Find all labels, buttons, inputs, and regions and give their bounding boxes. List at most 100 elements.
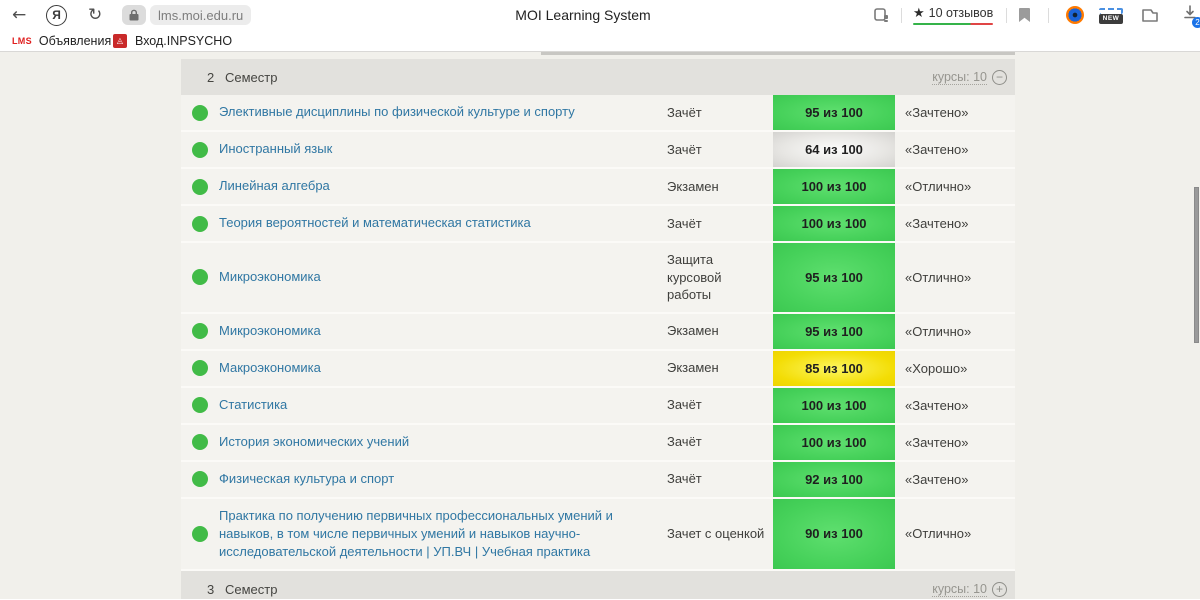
yandex-icon: Я xyxy=(46,4,67,26)
status-dot-icon xyxy=(192,141,208,158)
course-name-link[interactable]: Микроэкономика xyxy=(219,260,667,294)
grade-label: «Отлично» xyxy=(905,526,972,542)
lms-page: 2 Семестр курсы: 10 − Элективные дисципл… xyxy=(0,52,1200,599)
course-status-cell xyxy=(181,243,219,312)
grade-label: «Зачтено» xyxy=(905,471,969,487)
course-rows: Элективные дисциплины по физической куль… xyxy=(181,95,1015,572)
bookmark-page-button[interactable] xyxy=(1019,0,1030,30)
score-badge: 100 из 100 xyxy=(773,387,895,423)
separator xyxy=(1006,0,1007,30)
course-name-link[interactable]: Физическая культура и спорт xyxy=(219,462,667,496)
grade-label: «Отлично» xyxy=(905,269,972,285)
lock-icon xyxy=(122,5,146,25)
course-status-cell xyxy=(181,314,219,349)
course-name-link[interactable]: Статистика xyxy=(219,388,667,422)
assessment-type-label: Защита курсовой работы xyxy=(667,252,722,303)
emblem-favicon: ◬ xyxy=(113,33,127,48)
collapse-section-icon[interactable]: − xyxy=(992,69,1007,85)
collections-icon xyxy=(1142,8,1158,22)
window-title-wrap: MOI Learning System xyxy=(515,0,650,30)
status-dot-icon xyxy=(192,471,208,488)
course-status-cell xyxy=(181,499,219,570)
course-row: Иностранный язык Зачёт 64 из 100 «Зачтен… xyxy=(181,132,1015,169)
site-reviews-button[interactable]: ★ 10 отзывов xyxy=(913,0,994,30)
assessment-type-label: Зачет с оценкой xyxy=(667,526,765,542)
expand-section-icon[interactable]: + xyxy=(992,581,1007,597)
reviews-rating-bar xyxy=(913,22,994,25)
grades-table: 2 Семестр курсы: 10 − Элективные дисципл… xyxy=(181,59,1015,599)
course-name-link[interactable]: Макроэкономика xyxy=(219,351,667,385)
downloads-button[interactable]: 2 xyxy=(1183,0,1200,30)
score-badge: 100 из 100 xyxy=(773,424,895,460)
course-name-link[interactable]: Микроэкономика xyxy=(219,314,667,348)
assessment-type-label: Зачёт xyxy=(667,104,702,120)
course-status-cell xyxy=(181,95,219,130)
assessment-type-label: Зачёт xyxy=(667,471,702,487)
course-status-cell xyxy=(181,388,219,423)
course-row: Теория вероятностей и математическая ста… xyxy=(181,206,1015,243)
refresh-button[interactable]: ↻ xyxy=(88,0,102,30)
semester-3-header: 3 Семестр курсы: 10 + xyxy=(181,571,1015,599)
protect-button[interactable] xyxy=(874,0,891,30)
course-status-cell xyxy=(181,462,219,497)
course-name-link[interactable]: Линейная алгебра xyxy=(219,169,667,203)
status-dot-icon xyxy=(192,434,208,451)
address-bar[interactable]: lms.moi.edu.ru xyxy=(150,0,252,30)
separator xyxy=(1048,0,1049,30)
assessment-type-label: Экзамен xyxy=(667,360,719,376)
score-badge: 95 из 100 xyxy=(773,313,895,349)
url-text: lms.moi.edu.ru xyxy=(150,5,252,25)
course-name-link[interactable]: История экономических учений xyxy=(219,425,667,459)
grade-label: «Отлично» xyxy=(905,323,972,339)
status-dot-icon xyxy=(192,104,208,121)
extension-button[interactable] xyxy=(1066,0,1084,30)
status-dot-icon xyxy=(192,178,208,195)
course-row: Микроэкономика Защита курсовой работы 95… xyxy=(181,243,1015,314)
semester-number: 3 xyxy=(207,581,215,597)
download-count-badge: 2 xyxy=(1192,17,1200,28)
course-row: История экономических учений Зачёт 100 и… xyxy=(181,424,1015,462)
assessment-type-label: Зачёт xyxy=(667,397,702,413)
grade-label: «Хорошо» xyxy=(905,360,968,376)
course-name-link[interactable]: Практика по получению первичных професси… xyxy=(219,499,667,570)
course-name-link[interactable]: Элективные дисциплины по физической куль… xyxy=(219,95,667,129)
score-badge: 90 из 100 xyxy=(773,498,895,570)
semester-title: Семестр xyxy=(225,581,278,597)
status-dot-icon xyxy=(192,360,208,377)
courses-count-link[interactable]: курсы: 10 xyxy=(932,70,987,85)
separator xyxy=(901,0,902,30)
assessment-type-label: Зачёт xyxy=(667,215,702,231)
lms-favicon: LMS xyxy=(12,35,32,46)
bookmark-label: Объявления xyxy=(38,33,112,48)
course-row: Линейная алгебра Экзамен 100 из 100 «Отл… xyxy=(181,169,1015,206)
grade-label: «Зачтено» xyxy=(905,105,969,120)
status-dot-icon xyxy=(192,269,208,286)
bookmark-item-inpsycho[interactable]: ◬ Вход.INPSYCHO xyxy=(113,30,232,51)
back-icon: ← xyxy=(12,5,27,25)
course-status-cell xyxy=(181,206,219,241)
vertical-scrollbar-thumb[interactable] xyxy=(1194,187,1199,343)
site-security-button[interactable] xyxy=(122,0,146,30)
score-badge: 95 из 100 xyxy=(773,95,895,130)
collections-button[interactable] xyxy=(1141,0,1159,30)
course-row: Статистика Зачёт 100 из 100 «Зачтено» xyxy=(181,387,1015,425)
courses-count-link[interactable]: курсы: 10 xyxy=(932,582,987,597)
yandex-home-button[interactable]: Я xyxy=(46,0,67,30)
bookmark-item-announcements[interactable]: LMS Объявления xyxy=(12,30,111,51)
course-status-cell xyxy=(181,351,219,386)
protect-icon xyxy=(874,7,888,22)
back-button[interactable]: ← xyxy=(12,0,26,30)
status-dot-icon xyxy=(192,397,208,414)
status-dot-icon xyxy=(192,323,208,340)
course-row: Элективные дисциплины по физической куль… xyxy=(181,95,1015,132)
course-name-link[interactable]: Теория вероятностей и математическая ста… xyxy=(219,206,667,240)
score-badge: 64 из 100 xyxy=(773,132,895,167)
assessment-type-label: Экзамен xyxy=(667,178,719,194)
course-name-link[interactable]: Иностранный язык xyxy=(219,132,667,166)
grade-label: «Зачтено» xyxy=(905,216,969,231)
course-row: Микроэкономика Экзамен 95 из 100 «Отличн… xyxy=(181,313,1015,351)
bookmarks-bar: LMS Объявления ◬ Вход.INPSYCHO xyxy=(0,30,1200,52)
score-badge: 100 из 100 xyxy=(773,206,895,241)
assessment-type-label: Зачёт xyxy=(667,434,702,450)
new-feature-button[interactable]: NEW xyxy=(1099,0,1123,30)
